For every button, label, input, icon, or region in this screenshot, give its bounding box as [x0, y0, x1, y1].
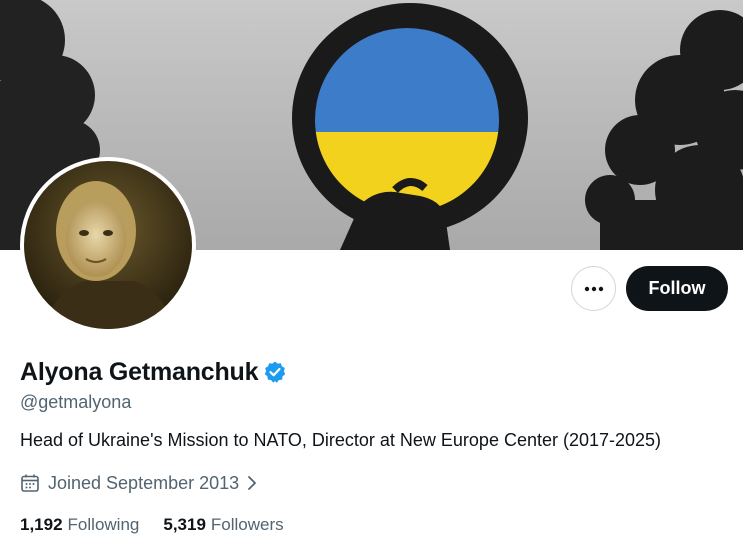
following-count: 1,192: [20, 515, 63, 534]
following-link[interactable]: 1,192 Following: [20, 515, 139, 535]
joined-date-text: Joined September 2013: [48, 472, 240, 493]
profile-avatar[interactable]: [20, 157, 196, 333]
more-options-button[interactable]: [571, 266, 616, 311]
profile-display-name: Alyona Getmanchuk: [20, 357, 259, 386]
follow-stats: 1,192 Following 5,319 Followers: [20, 513, 284, 537]
profile-bio: Head of Ukraine's Mission to NATO, Direc…: [20, 430, 662, 450]
profile-name-row: Alyona Getmanchuk: [20, 356, 287, 388]
chevron-right-icon[interactable]: [245, 473, 259, 493]
calendar-icon: [20, 473, 40, 493]
followers-label: Followers: [210, 515, 284, 534]
followers-count: 5,319: [163, 515, 206, 534]
joined-date-row: Joined September 2013: [20, 471, 259, 495]
follow-button[interactable]: Follow: [626, 266, 728, 311]
more-horizontal-icon: [584, 286, 603, 291]
following-label: Following: [67, 515, 140, 534]
followers-link[interactable]: 5,319 Followers: [163, 515, 283, 535]
avatar-image: [24, 161, 192, 329]
verified-badge-icon[interactable]: [263, 360, 287, 384]
profile-handle: @getmalyona: [20, 392, 132, 412]
